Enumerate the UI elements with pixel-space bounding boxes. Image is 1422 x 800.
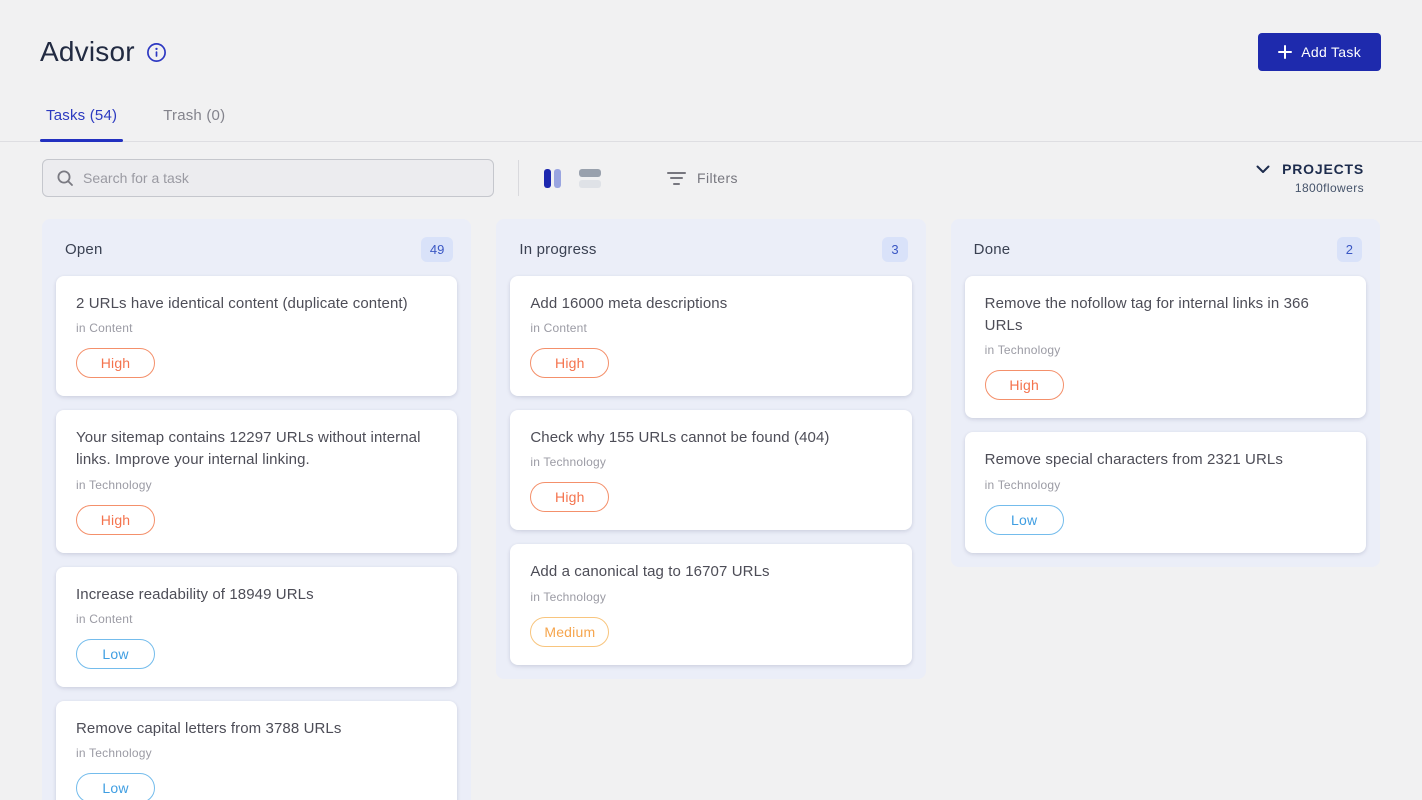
priority-badge: High (76, 505, 155, 535)
column-open: Open 49 2 URLs have identical content (d… (42, 219, 471, 800)
column-count-badge: 3 (882, 237, 907, 262)
list-view-icon[interactable] (579, 169, 601, 188)
priority-badge: Low (76, 773, 155, 800)
task-card[interactable]: Add 16000 meta descriptions in Content H… (510, 276, 911, 396)
filter-icon (667, 172, 686, 185)
column-count-badge: 2 (1337, 237, 1362, 262)
projects-dropdown[interactable]: PROJECTS (1256, 161, 1364, 177)
column-title: In progress (519, 241, 596, 258)
card-title: Increase readability of 18949 URLs (76, 584, 437, 606)
card-category: in Technology (530, 455, 891, 469)
priority-badge: Low (76, 639, 155, 669)
task-card[interactable]: Your sitemap contains 12297 URLs without… (56, 410, 457, 552)
card-title: Check why 155 URLs cannot be found (404) (530, 427, 891, 449)
card-category: in Technology (985, 343, 1346, 357)
card-title: Your sitemap contains 12297 URLs without… (76, 427, 437, 471)
column-done: Done 2 Remove the nofollow tag for inter… (951, 219, 1380, 567)
tab-bar: Tasks (54) Trash (0) (0, 99, 1422, 142)
task-card[interactable]: Remove capital letters from 3788 URLs in… (56, 701, 457, 800)
projects-label: PROJECTS (1282, 161, 1364, 177)
filters-label: Filters (697, 170, 738, 186)
page-header: Advisor Add Task (0, 0, 1422, 71)
card-title: Add a canonical tag to 16707 URLs (530, 561, 891, 583)
column-header: Done 2 (965, 233, 1366, 276)
card-category: in Technology (76, 478, 437, 492)
task-card[interactable]: Increase readability of 18949 URLs in Co… (56, 567, 457, 687)
page-title: Advisor (40, 36, 135, 68)
search-icon (56, 169, 74, 187)
priority-badge: High (76, 348, 155, 378)
column-in-progress: In progress 3 Add 16000 meta description… (496, 219, 925, 679)
search-box[interactable] (42, 159, 494, 197)
chevron-down-icon (1256, 165, 1270, 174)
column-count-badge: 49 (421, 237, 453, 262)
priority-badge: High (985, 370, 1064, 400)
toolbar: Filters PROJECTS 1800flowers (0, 159, 1422, 197)
priority-badge: High (530, 348, 609, 378)
plus-icon (1278, 45, 1292, 59)
add-task-button[interactable]: Add Task (1258, 33, 1381, 71)
projects-selector: PROJECTS 1800flowers (1256, 161, 1364, 195)
task-card[interactable]: 2 URLs have identical content (duplicate… (56, 276, 457, 396)
priority-badge: Medium (530, 617, 609, 647)
card-title: Add 16000 meta descriptions (530, 293, 891, 315)
card-category: in Technology (985, 478, 1346, 492)
kanban-board: Open 49 2 URLs have identical content (d… (0, 219, 1422, 800)
priority-badge: High (530, 482, 609, 512)
task-card[interactable]: Add a canonical tag to 16707 URLs in Tec… (510, 544, 911, 664)
card-title: Remove special characters from 2321 URLs (985, 449, 1346, 471)
card-category: in Content (76, 321, 437, 335)
kanban-view-icon[interactable] (544, 169, 561, 188)
card-title: 2 URLs have identical content (duplicate… (76, 293, 437, 315)
card-title: Remove capital letters from 3788 URLs (76, 718, 437, 740)
add-task-label: Add Task (1301, 44, 1361, 60)
card-category: in Technology (530, 590, 891, 604)
filters-button[interactable]: Filters (667, 170, 738, 186)
column-title: Done (974, 241, 1011, 258)
column-header: Open 49 (56, 233, 457, 276)
selected-project: 1800flowers (1295, 181, 1364, 195)
toolbar-divider (518, 160, 519, 196)
card-category: in Content (76, 612, 437, 626)
card-title: Remove the nofollow tag for internal lin… (985, 293, 1346, 337)
view-toggle (544, 169, 601, 188)
tab-trash[interactable]: Trash (0) (157, 99, 231, 141)
search-input[interactable] (83, 170, 480, 186)
info-icon[interactable] (146, 42, 167, 63)
card-category: in Content (530, 321, 891, 335)
column-title: Open (65, 241, 103, 258)
tab-tasks[interactable]: Tasks (54) (40, 99, 123, 141)
task-card[interactable]: Remove special characters from 2321 URLs… (965, 432, 1366, 552)
task-card[interactable]: Check why 155 URLs cannot be found (404)… (510, 410, 911, 530)
priority-badge: Low (985, 505, 1064, 535)
task-card[interactable]: Remove the nofollow tag for internal lin… (965, 276, 1366, 418)
column-header: In progress 3 (510, 233, 911, 276)
card-category: in Technology (76, 746, 437, 760)
